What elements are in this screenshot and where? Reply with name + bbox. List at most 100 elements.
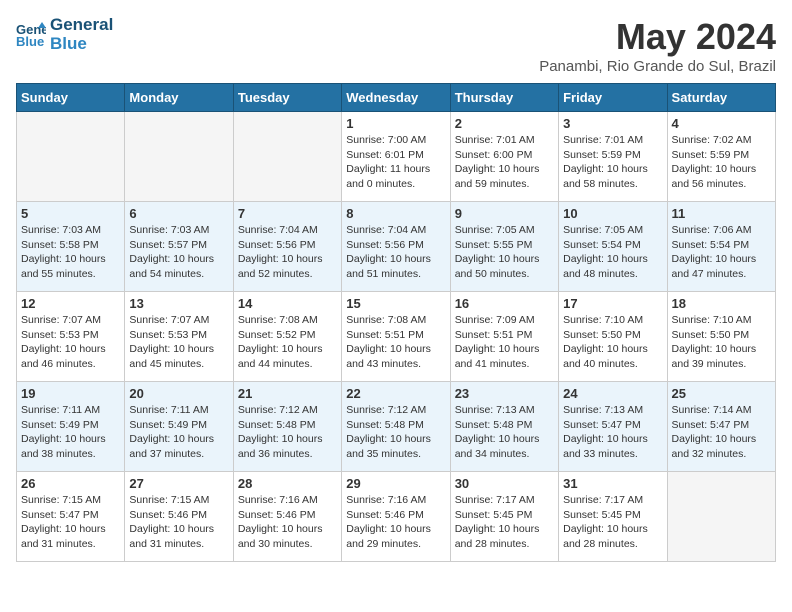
day-info: Sunrise: 7:08 AMSunset: 5:51 PMDaylight:… xyxy=(346,313,445,372)
day-number: 26 xyxy=(21,476,120,491)
calendar-cell: 28 Sunrise: 7:16 AMSunset: 5:46 PMDayligh… xyxy=(233,472,341,562)
day-info: Sunrise: 7:08 AMSunset: 5:52 PMDaylight:… xyxy=(238,313,337,372)
day-number: 27 xyxy=(129,476,228,491)
day-number: 18 xyxy=(672,296,771,311)
day-number: 29 xyxy=(346,476,445,491)
calendar-cell: 30 Sunrise: 7:17 AMSunset: 5:45 PMDayligh… xyxy=(450,472,558,562)
day-info: Sunrise: 7:11 AMSunset: 5:49 PMDaylight:… xyxy=(129,403,228,462)
calendar-cell: 27 Sunrise: 7:15 AMSunset: 5:46 PMDayligh… xyxy=(125,472,233,562)
day-number: 22 xyxy=(346,386,445,401)
calendar-cell: 25Sunrise: 7:14 AMSunset: 5:47 PMDayligh… xyxy=(667,382,775,472)
day-info: Sunrise: 7:01 AMSunset: 5:59 PMDaylight:… xyxy=(563,133,662,192)
day-number: 10 xyxy=(563,206,662,221)
title-block: May 2024 Panambi, Rio Grande do Sul, Bra… xyxy=(539,16,776,75)
header-row: SundayMondayTuesdayWednesdayThursdayFrid… xyxy=(17,84,776,112)
calendar-cell: 6 Sunrise: 7:03 AMSunset: 5:57 PMDaylight… xyxy=(125,202,233,292)
calendar-cell: 13Sunrise: 7:07 AMSunset: 5:53 PMDayligh… xyxy=(125,292,233,382)
day-info: Sunrise: 7:12 AMSunset: 5:48 PMDaylight:… xyxy=(238,403,337,462)
day-info: Sunrise: 7:15 AMSunset: 5:47 PMDaylight:… xyxy=(21,493,120,552)
day-number: 19 xyxy=(21,386,120,401)
calendar-cell: 1 Sunrise: 7:00 AMSunset: 6:01 PMDaylight… xyxy=(342,112,450,202)
day-number: 4 xyxy=(672,116,771,131)
weekday-header: Friday xyxy=(559,84,667,112)
calendar-cell: 29 Sunrise: 7:16 AMSunset: 5:46 PMDayligh… xyxy=(342,472,450,562)
weekday-header: Monday xyxy=(125,84,233,112)
day-number: 6 xyxy=(129,206,228,221)
day-info: Sunrise: 7:17 AMSunset: 5:45 PMDaylight:… xyxy=(563,493,662,552)
day-number: 2 xyxy=(455,116,554,131)
day-number: 7 xyxy=(238,206,337,221)
day-number: 28 xyxy=(238,476,337,491)
calendar-cell: 4 Sunrise: 7:02 AMSunset: 5:59 PMDaylight… xyxy=(667,112,775,202)
day-info: Sunrise: 7:16 AMSunset: 5:46 PMDaylight:… xyxy=(346,493,445,552)
month-title: May 2024 xyxy=(539,16,776,58)
day-number: 5 xyxy=(21,206,120,221)
calendar-cell xyxy=(233,112,341,202)
day-number: 31 xyxy=(563,476,662,491)
day-info: Sunrise: 7:00 AMSunset: 6:01 PMDaylight:… xyxy=(346,133,445,192)
calendar-cell: 19Sunrise: 7:11 AMSunset: 5:49 PMDayligh… xyxy=(17,382,125,472)
calendar-cell: 7 Sunrise: 7:04 AMSunset: 5:56 PMDaylight… xyxy=(233,202,341,292)
calendar-cell xyxy=(125,112,233,202)
calendar-cell xyxy=(667,472,775,562)
day-number: 1 xyxy=(346,116,445,131)
calendar-cell: 11 Sunrise: 7:06 AMSunset: 5:54 PMDayligh… xyxy=(667,202,775,292)
calendar-cell: 14 Sunrise: 7:08 AMSunset: 5:52 PMDayligh… xyxy=(233,292,341,382)
calendar-cell xyxy=(17,112,125,202)
calendar-cell: 9Sunrise: 7:05 AMSunset: 5:55 PMDaylight… xyxy=(450,202,558,292)
day-number: 21 xyxy=(238,386,337,401)
calendar-cell: 26 Sunrise: 7:15 AMSunset: 5:47 PMDayligh… xyxy=(17,472,125,562)
weekday-header: Thursday xyxy=(450,84,558,112)
calendar-table: SundayMondayTuesdayWednesdayThursdayFrid… xyxy=(16,83,776,562)
day-number: 3 xyxy=(563,116,662,131)
page: General Blue General Blue May 2024 Panam… xyxy=(0,0,792,578)
day-number: 25 xyxy=(672,386,771,401)
day-number: 8 xyxy=(346,206,445,221)
day-number: 30 xyxy=(455,476,554,491)
calendar-cell: 24Sunrise: 7:13 AMSunset: 5:47 PMDayligh… xyxy=(559,382,667,472)
day-info: Sunrise: 7:06 AMSunset: 5:54 PMDaylight:… xyxy=(672,223,771,282)
svg-text:Blue: Blue xyxy=(16,34,44,49)
calendar-cell: 3 Sunrise: 7:01 AMSunset: 5:59 PMDaylight… xyxy=(559,112,667,202)
day-info: Sunrise: 7:10 AMSunset: 5:50 PMDaylight:… xyxy=(563,313,662,372)
day-info: Sunrise: 7:16 AMSunset: 5:46 PMDaylight:… xyxy=(238,493,337,552)
day-info: Sunrise: 7:09 AMSunset: 5:51 PMDaylight:… xyxy=(455,313,554,372)
logo-icon: General Blue xyxy=(16,20,46,50)
day-info: Sunrise: 7:03 AMSunset: 5:58 PMDaylight:… xyxy=(21,223,120,282)
day-info: Sunrise: 7:10 AMSunset: 5:50 PMDaylight:… xyxy=(672,313,771,372)
day-info: Sunrise: 7:05 AMSunset: 5:54 PMDaylight:… xyxy=(563,223,662,282)
day-info: Sunrise: 7:04 AMSunset: 5:56 PMDaylight:… xyxy=(238,223,337,282)
calendar-cell: 17 Sunrise: 7:10 AMSunset: 5:50 PMDayligh… xyxy=(559,292,667,382)
day-info: Sunrise: 7:15 AMSunset: 5:46 PMDaylight:… xyxy=(129,493,228,552)
weekday-header: Wednesday xyxy=(342,84,450,112)
day-number: 11 xyxy=(672,206,771,221)
day-number: 16 xyxy=(455,296,554,311)
day-info: Sunrise: 7:02 AMSunset: 5:59 PMDaylight:… xyxy=(672,133,771,192)
day-number: 23 xyxy=(455,386,554,401)
day-info: Sunrise: 7:13 AMSunset: 5:47 PMDaylight:… xyxy=(563,403,662,462)
logo-line1: General xyxy=(50,16,113,35)
day-number: 14 xyxy=(238,296,337,311)
calendar-cell: 2Sunrise: 7:01 AMSunset: 6:00 PMDaylight… xyxy=(450,112,558,202)
day-info: Sunrise: 7:05 AMSunset: 5:55 PMDaylight:… xyxy=(455,223,554,282)
logo-line2: Blue xyxy=(50,35,113,54)
day-info: Sunrise: 7:03 AMSunset: 5:57 PMDaylight:… xyxy=(129,223,228,282)
calendar-cell: 16 Sunrise: 7:09 AMSunset: 5:51 PMDayligh… xyxy=(450,292,558,382)
day-number: 17 xyxy=(563,296,662,311)
calendar-cell: 12 Sunrise: 7:07 AMSunset: 5:53 PMDayligh… xyxy=(17,292,125,382)
calendar-cell: 21 Sunrise: 7:12 AMSunset: 5:48 PMDayligh… xyxy=(233,382,341,472)
calendar-cell: 8Sunrise: 7:04 AMSunset: 5:56 PMDaylight… xyxy=(342,202,450,292)
day-number: 12 xyxy=(21,296,120,311)
day-info: Sunrise: 7:07 AMSunset: 5:53 PMDaylight:… xyxy=(129,313,228,372)
location: Panambi, Rio Grande do Sul, Brazil xyxy=(539,58,776,75)
calendar-cell: 10 Sunrise: 7:05 AMSunset: 5:54 PMDayligh… xyxy=(559,202,667,292)
calendar-cell: 15 Sunrise: 7:08 AMSunset: 5:51 PMDayligh… xyxy=(342,292,450,382)
logo: General Blue General Blue xyxy=(16,16,113,53)
weekday-header: Tuesday xyxy=(233,84,341,112)
day-info: Sunrise: 7:12 AMSunset: 5:48 PMDaylight:… xyxy=(346,403,445,462)
calendar-cell: 22 Sunrise: 7:12 AMSunset: 5:48 PMDayligh… xyxy=(342,382,450,472)
day-number: 15 xyxy=(346,296,445,311)
day-info: Sunrise: 7:17 AMSunset: 5:45 PMDaylight:… xyxy=(455,493,554,552)
day-info: Sunrise: 7:07 AMSunset: 5:53 PMDaylight:… xyxy=(21,313,120,372)
calendar-cell: 31 Sunrise: 7:17 AMSunset: 5:45 PMDayligh… xyxy=(559,472,667,562)
